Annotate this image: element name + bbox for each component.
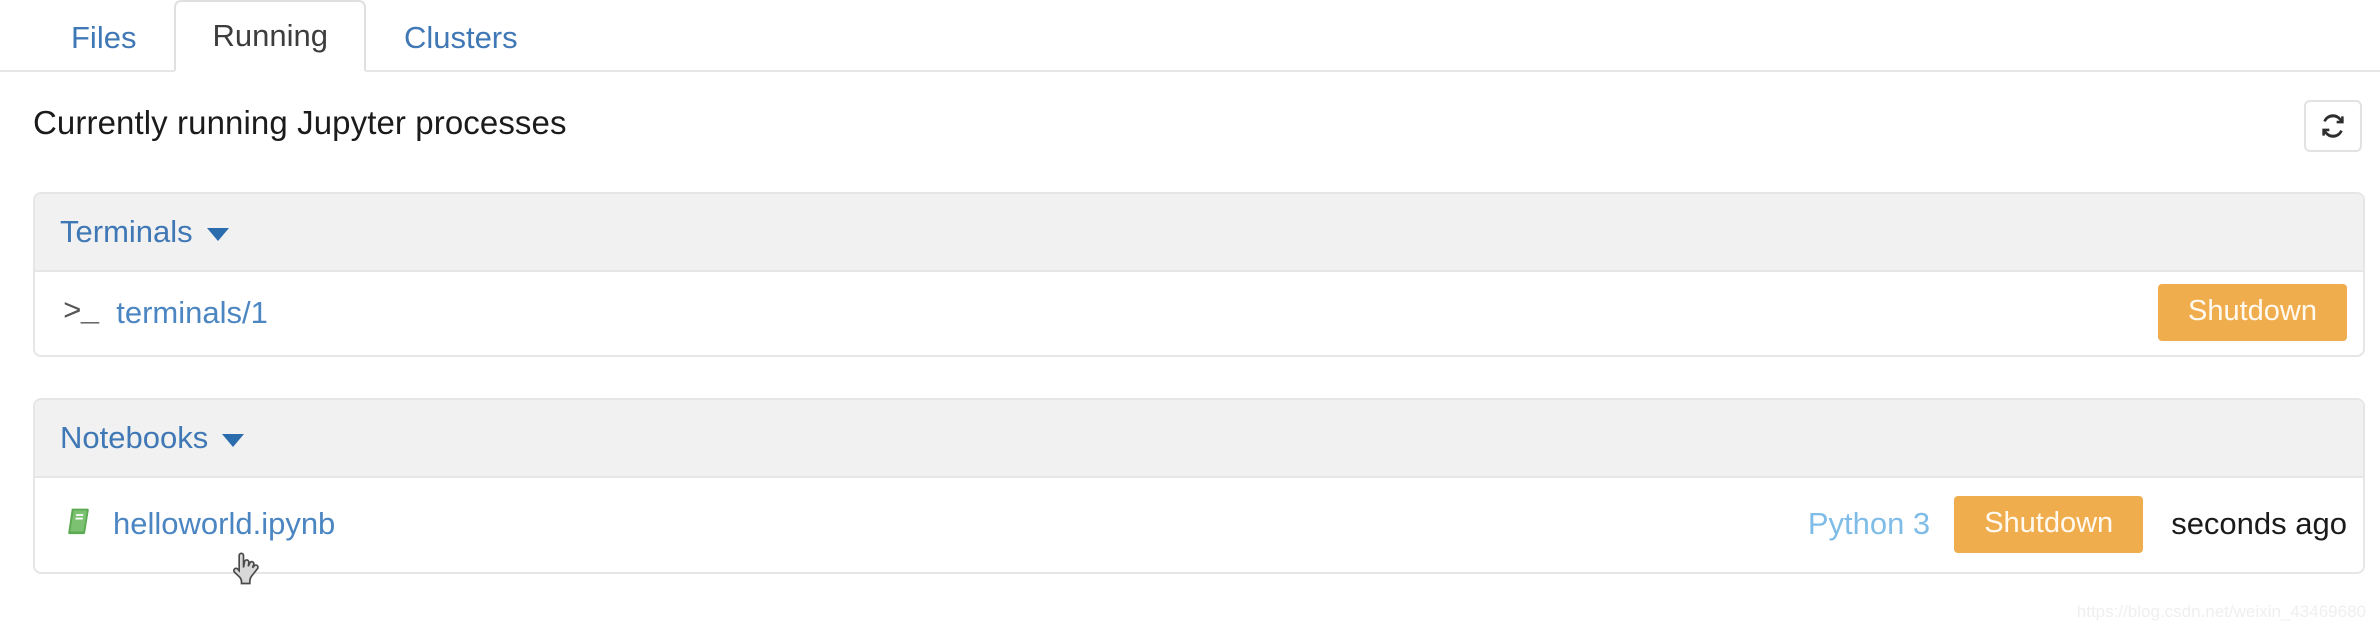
last-activity-text: seconds ago xyxy=(2171,506,2347,541)
watermark-text: https://blog.csdn.net/weixin_43469680 xyxy=(2076,602,2366,621)
table-row: helloworld.ipynb Python 3 Shutdown secon… xyxy=(35,478,2363,570)
terminal-item: >_ terminals/1 xyxy=(63,295,268,331)
tab-running[interactable]: Running xyxy=(174,0,366,72)
terminal-shutdown-button[interactable]: Shutdown xyxy=(2158,284,2347,341)
terminals-panel-body: >_ terminals/1 Shutdown xyxy=(35,272,2363,353)
terminals-panel-title: Terminals xyxy=(60,214,193,249)
notebook-shutdown-button[interactable]: Shutdown xyxy=(1954,495,2144,553)
terminal-prompt-icon: >_ xyxy=(63,295,99,330)
caret-down-icon[interactable] xyxy=(222,433,245,447)
notebook-link[interactable]: helloworld.ipynb xyxy=(113,506,335,542)
caret-down-icon[interactable] xyxy=(206,227,229,241)
terminal-link[interactable]: terminals/1 xyxy=(116,295,268,331)
table-row: >_ terminals/1 Shutdown xyxy=(35,272,2363,353)
notebook-book-icon xyxy=(63,505,97,544)
jupyter-running-page: Files Running Clusters Currently running… xyxy=(0,0,2380,626)
notebooks-panel: Notebooks helloworld.ipynb Python 3 Shut… xyxy=(33,398,2365,574)
notebooks-panel-body: helloworld.ipynb Python 3 Shutdown secon… xyxy=(35,478,2363,570)
tab-clusters[interactable]: Clusters xyxy=(366,2,556,72)
terminals-panel-header[interactable]: Terminals xyxy=(35,194,2363,272)
tab-files[interactable]: Files xyxy=(33,2,174,72)
main-tab-bar: Files Running Clusters xyxy=(0,0,2380,72)
refresh-icon xyxy=(2317,110,2349,142)
kernel-name: Python 3 xyxy=(1807,506,1931,541)
notebooks-panel-title: Notebooks xyxy=(60,420,209,455)
page-title: Currently running Jupyter processes xyxy=(33,104,567,141)
refresh-button[interactable] xyxy=(2304,100,2362,152)
notebook-item: helloworld.ipynb xyxy=(63,505,335,544)
notebooks-panel-header[interactable]: Notebooks xyxy=(35,400,2363,478)
terminals-panel: Terminals >_ terminals/1 Shutdown xyxy=(33,192,2365,357)
